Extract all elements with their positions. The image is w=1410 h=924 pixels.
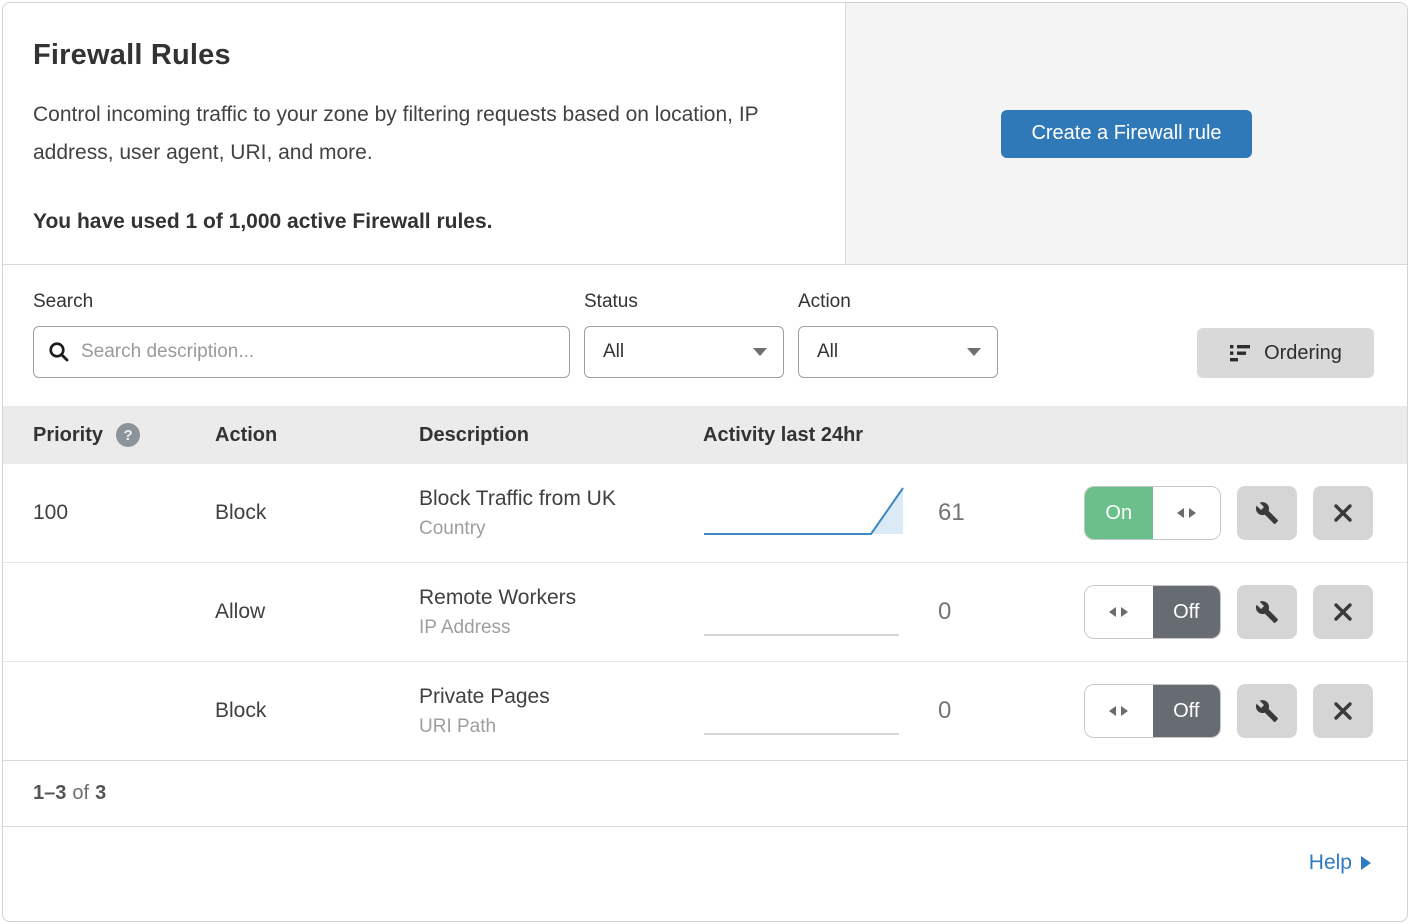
header-text-panel: Firewall Rules Control incoming traffic … — [3, 3, 846, 264]
search-filter-group: Search — [33, 291, 570, 378]
table-header: Priority ? Action Description Activity l… — [3, 406, 1407, 464]
chevron-down-icon — [967, 348, 981, 356]
table-row: AllowRemote Workers IP Address 0 Off — [3, 563, 1407, 662]
toggle-state-label: Off — [1153, 586, 1221, 638]
activity-count: 61 — [938, 499, 965, 527]
filter-bar: Search Status All Action All — [3, 265, 1407, 406]
activity-sparkline — [703, 682, 908, 740]
delete-rule-button[interactable] — [1313, 486, 1373, 540]
rule-priority: 100 — [33, 501, 215, 525]
rule-description: Remote Workers — [419, 586, 703, 610]
rule-match-type: URI Path — [419, 716, 703, 738]
search-icon — [48, 341, 70, 363]
toggle-grip-icon[interactable] — [1153, 487, 1221, 539]
activity-sparkline — [703, 484, 908, 542]
action-filter-group: Action All — [798, 291, 998, 378]
chevron-down-icon — [753, 348, 767, 356]
activity-sparkline — [703, 583, 908, 641]
search-label: Search — [33, 291, 570, 313]
rule-action: Block — [215, 699, 419, 723]
header-section: Firewall Rules Control incoming traffic … — [3, 3, 1407, 265]
wrench-icon — [1255, 699, 1279, 723]
ordering-list-icon — [1229, 342, 1251, 364]
column-description: Description — [419, 424, 703, 447]
create-firewall-rule-button[interactable]: Create a Firewall rule — [1001, 110, 1251, 158]
toggle-state-label: Off — [1153, 685, 1221, 737]
column-activity: Activity last 24hr — [703, 424, 1083, 447]
help-link-label: Help — [1309, 851, 1352, 875]
activity-count: 0 — [938, 598, 951, 626]
column-action: Action — [215, 424, 419, 447]
search-input[interactable] — [81, 341, 555, 363]
usage-note: You have used 1 of 1,000 active Firewall… — [33, 210, 805, 234]
rule-enabled-toggle[interactable]: Off — [1084, 585, 1221, 639]
toggle-state-label: On — [1085, 487, 1153, 539]
delete-rule-button[interactable] — [1313, 684, 1373, 738]
table-body: 100BlockBlock Traffic from UKCountry61On… — [3, 464, 1407, 761]
toggle-grip-icon[interactable] — [1085, 586, 1153, 638]
rule-match-type: IP Address — [419, 617, 703, 639]
pagination: 1–3 of 3 — [3, 761, 1407, 827]
status-selected-value: All — [603, 341, 624, 363]
action-selected-value: All — [817, 341, 838, 363]
status-select[interactable]: All — [584, 326, 784, 378]
ordering-button[interactable]: Ordering — [1197, 328, 1374, 378]
page-description: Control incoming traffic to your zone by… — [33, 96, 805, 172]
firewall-rules-card: Firewall Rules Control incoming traffic … — [2, 2, 1408, 922]
header-action-panel: Create a Firewall rule — [846, 3, 1407, 264]
edit-rule-button[interactable] — [1237, 486, 1297, 540]
page-title: Firewall Rules — [33, 39, 805, 72]
delete-rule-button[interactable] — [1313, 585, 1373, 639]
rule-match-type: Country — [419, 518, 703, 540]
help-row: Help — [3, 827, 1407, 899]
rule-action: Allow — [215, 600, 419, 624]
close-icon — [1332, 700, 1354, 722]
rule-description: Block Traffic from UK — [419, 487, 703, 511]
pagination-total: 3 — [95, 782, 106, 805]
wrench-icon — [1255, 600, 1279, 624]
action-select[interactable]: All — [798, 326, 998, 378]
pagination-of: of — [72, 782, 89, 805]
close-icon — [1332, 601, 1354, 623]
search-box — [33, 326, 570, 378]
action-label: Action — [798, 291, 998, 313]
status-label: Status — [584, 291, 784, 313]
pagination-range: 1–3 — [33, 782, 66, 805]
wrench-icon — [1255, 501, 1279, 525]
rule-action: Block — [215, 501, 419, 525]
table-row: BlockPrivate Pages URI Path 0 Off — [3, 662, 1407, 761]
help-arrow-icon — [1361, 856, 1371, 870]
column-priority: Priority — [33, 424, 103, 447]
activity-count: 0 — [938, 697, 951, 725]
rule-enabled-toggle[interactable]: On — [1084, 486, 1221, 540]
status-filter-group: Status All — [584, 291, 784, 378]
edit-rule-button[interactable] — [1237, 585, 1297, 639]
rule-enabled-toggle[interactable]: Off — [1084, 684, 1221, 738]
ordering-button-label: Ordering — [1264, 342, 1342, 365]
close-icon — [1332, 502, 1354, 524]
help-circle-icon[interactable]: ? — [116, 423, 140, 447]
toggle-grip-icon[interactable] — [1085, 685, 1153, 737]
edit-rule-button[interactable] — [1237, 684, 1297, 738]
help-link[interactable]: Help — [1309, 851, 1371, 875]
rule-description: Private Pages — [419, 685, 703, 709]
table-row: 100BlockBlock Traffic from UK Country 61 On — [3, 464, 1407, 563]
